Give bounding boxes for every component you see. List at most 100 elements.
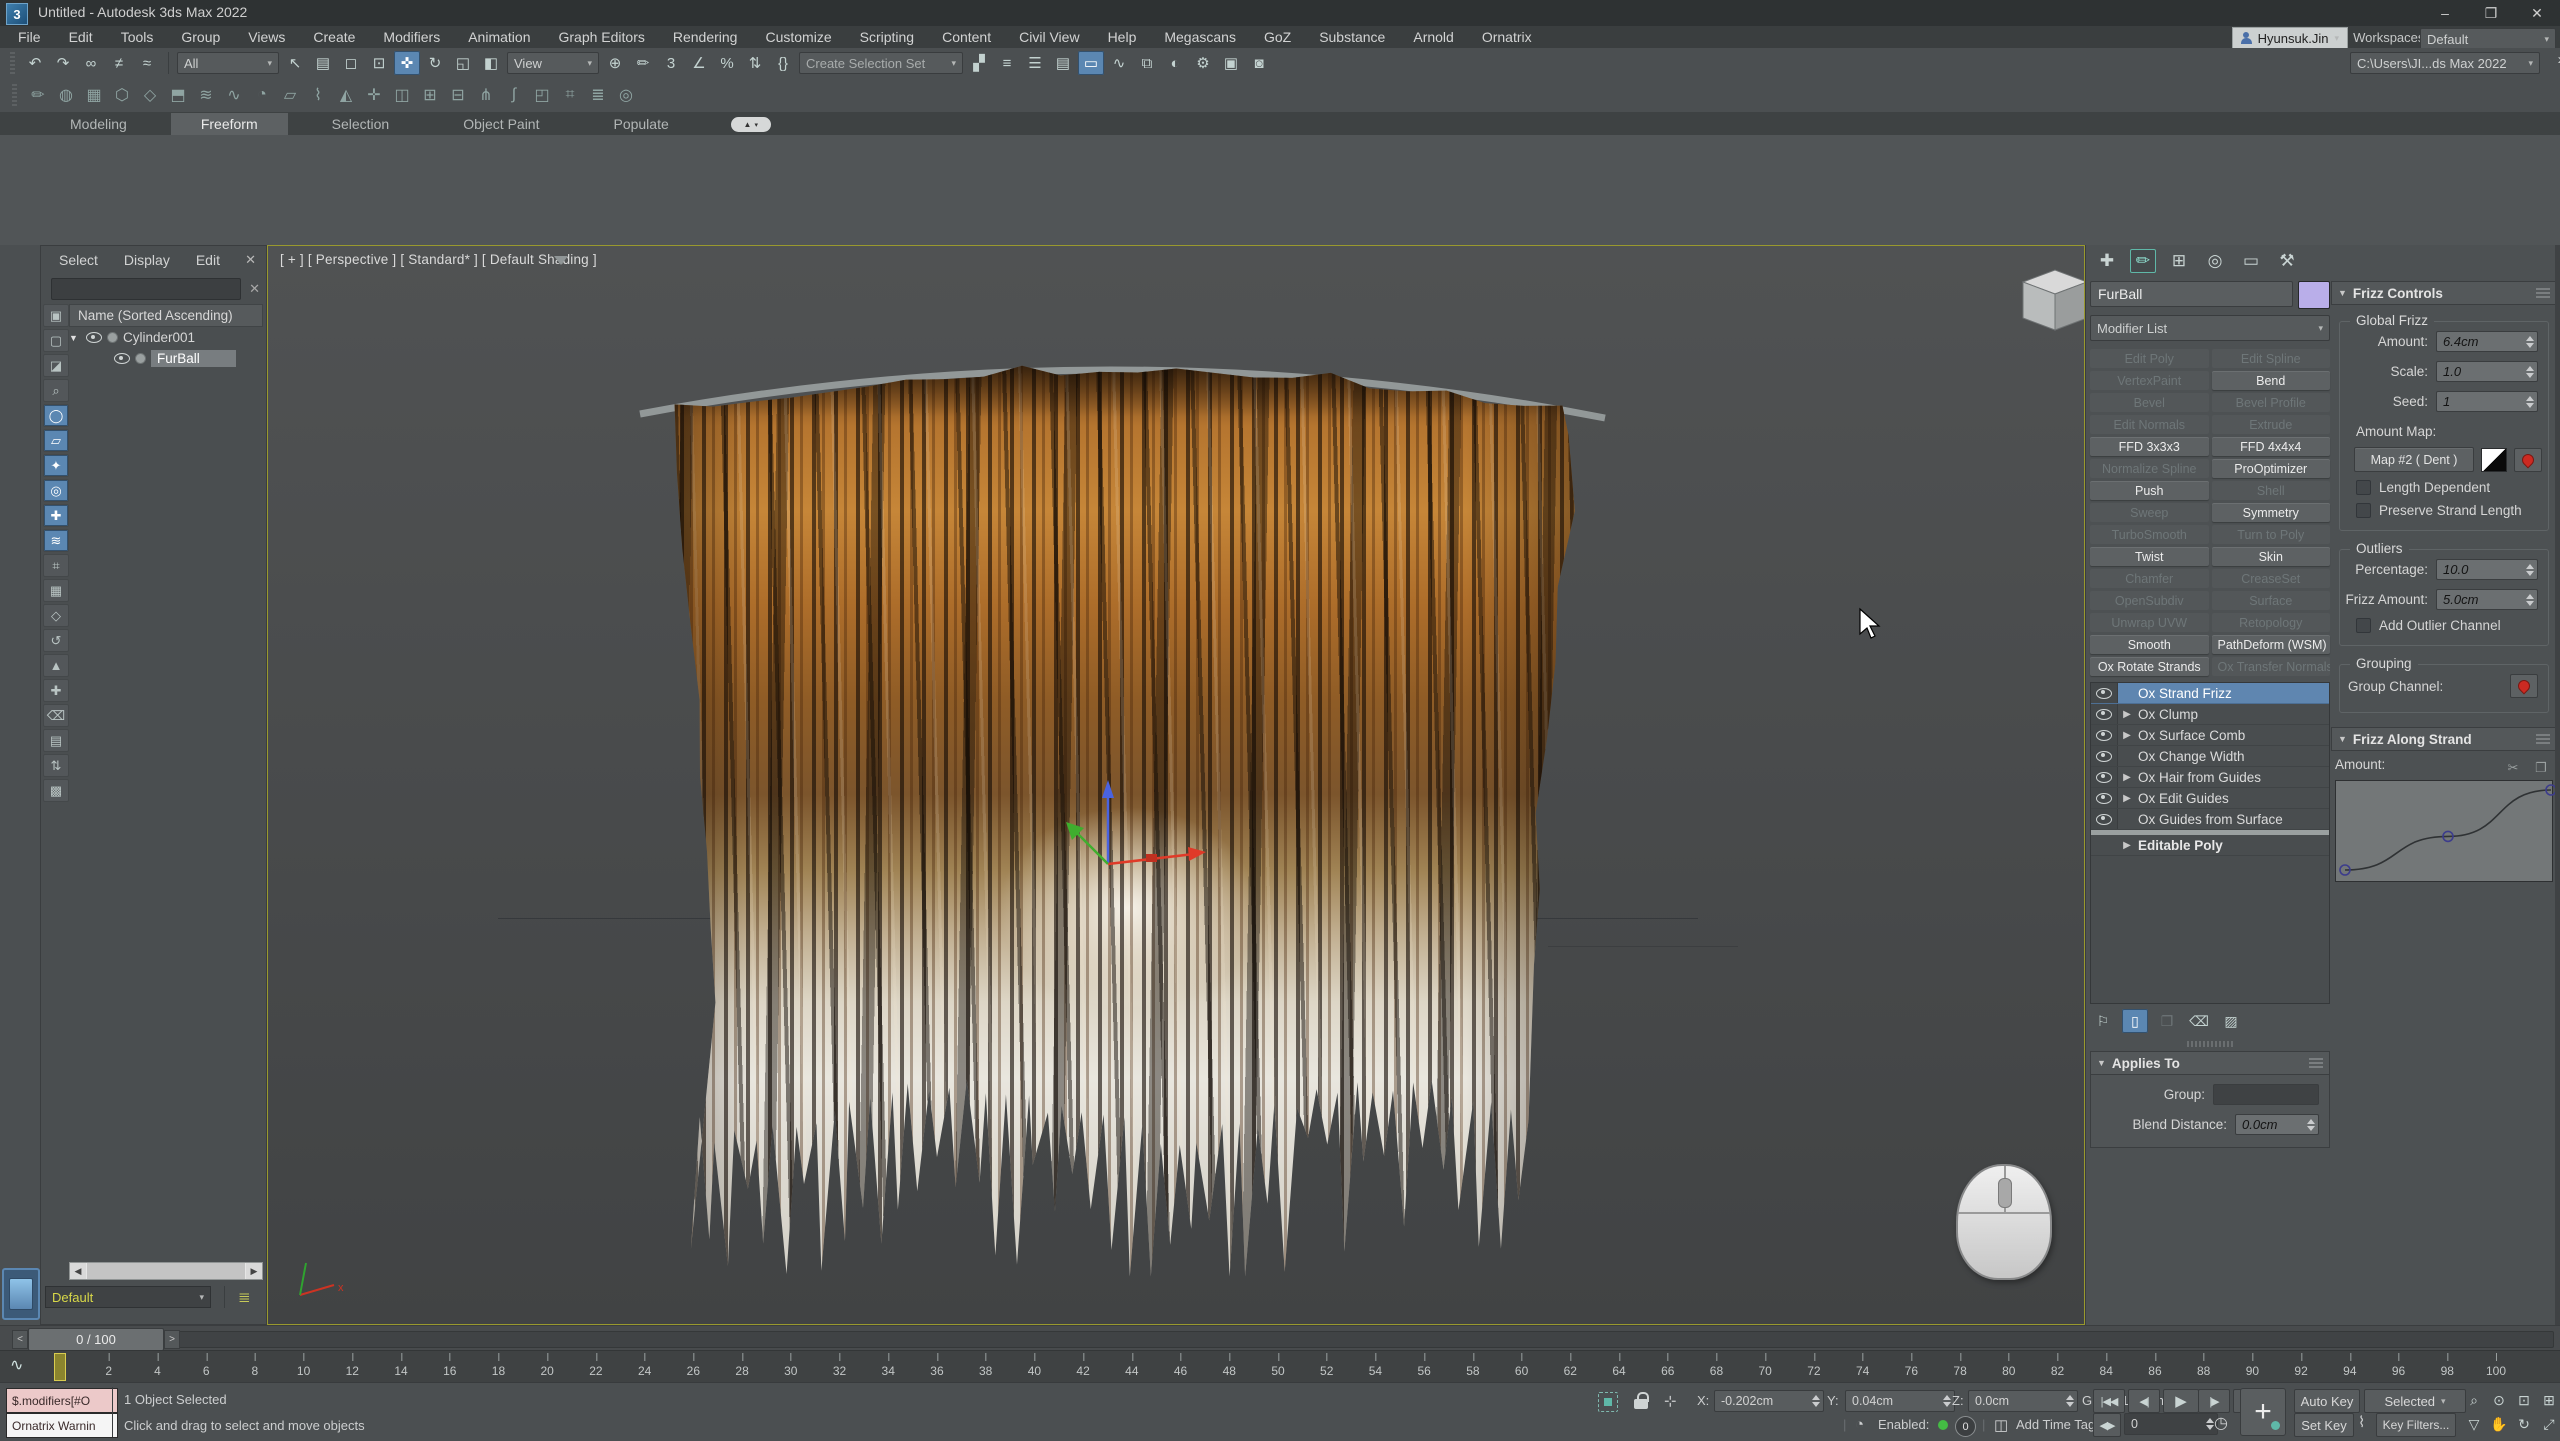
ribbon-tab[interactable]: Selection <box>302 113 420 135</box>
checkbox-row[interactable]: Preserve Strand Length <box>2356 503 2548 518</box>
selection-lock-icon[interactable] <box>1634 1392 1650 1410</box>
modifier-button[interactable]: Sweep <box>2090 503 2209 522</box>
frame-tick[interactable]: 78 <box>1953 1351 1966 1381</box>
map-checker-icon[interactable] <box>2481 448 2507 472</box>
menu-item[interactable]: Substance <box>1305 26 1399 48</box>
modifier-visibility-toggle[interactable] <box>2091 788 2118 808</box>
menu-item[interactable]: Group <box>167 26 234 48</box>
snap-toggle-3d-icon[interactable]: 3 <box>658 51 684 75</box>
motion-tab-icon[interactable]: ◎ <box>2202 249 2228 273</box>
advanced-search-icon[interactable]: ⌕ <box>43 379 69 402</box>
schematic-view-icon[interactable]: ⧉ <box>1134 51 1160 75</box>
push-pull-icon[interactable]: ⬒ <box>165 83 191 107</box>
keyable-icon[interactable]: ⌇ <box>2358 1413 2365 1431</box>
mirror-icon[interactable]: ▞ <box>966 51 992 75</box>
branches-icon[interactable]: ⋔ <box>473 83 499 107</box>
amount-map-button[interactable]: Map #2 ( Dent ) <box>2354 447 2474 472</box>
restore-button[interactable]: ❐ <box>2468 0 2514 26</box>
frame-tick[interactable]: 66 <box>1661 1351 1674 1381</box>
modifier-button[interactable]: Retopology <box>2212 613 2331 632</box>
modifier-button[interactable]: FFD 4x4x4 <box>2212 437 2331 456</box>
optimize-icon[interactable]: ⬡ <box>109 83 135 107</box>
relax-icon[interactable]: ≋ <box>193 83 219 107</box>
time-slider-track[interactable] <box>12 1331 2554 1348</box>
isolate-selection-icon[interactable] <box>1598 1392 1618 1412</box>
previous-frame-arrow[interactable]: < <box>12 1330 28 1349</box>
zoom-extents-all-icon[interactable]: ⊞ <box>2537 1389 2560 1411</box>
spinner[interactable] <box>2305 1116 2316 1133</box>
modifier-button[interactable]: Edit Normals <box>2090 415 2209 434</box>
select-and-manipulate-icon[interactable]: ✏ <box>630 51 656 75</box>
conform-icon[interactable]: ◫ <box>389 83 415 107</box>
expand-arrow-icon[interactable]: ▶ <box>2118 730 2136 741</box>
rectangular-selection-region-icon[interactable]: ◻ <box>338 51 364 75</box>
modifier-button[interactable]: Edit Spline <box>2212 349 2331 368</box>
key-filters-button[interactable]: Key Filters... <box>2376 1413 2456 1437</box>
reset-curve-icon[interactable]: ✂ <box>2503 759 2523 777</box>
display-bones-icon[interactable]: ⌗ <box>43 554 69 577</box>
expand-arrow-icon[interactable]: ▶ <box>2118 709 2136 720</box>
ribbon-tab[interactable]: Object Paint <box>433 113 569 135</box>
x-coordinate-field[interactable]: -0.202cm <box>1714 1390 1824 1412</box>
modifier-button[interactable]: Turn to Poly <box>2212 525 2331 544</box>
frame-tick[interactable]: 6 <box>203 1351 210 1381</box>
play-icon[interactable]: ▶ <box>2163 1389 2199 1413</box>
panel-splitter-handle[interactable] <box>2187 1041 2233 1047</box>
minimize-button[interactable]: – <box>2422 0 2468 26</box>
step-build-icon[interactable]: ⊞ <box>417 83 443 107</box>
sort-mode-icon[interactable]: ⇅ <box>43 754 69 777</box>
object-name[interactable]: FurBall <box>151 350 236 367</box>
curve-editor-icon[interactable]: ∿ <box>1106 51 1132 75</box>
timeline-playhead[interactable] <box>54 1353 66 1381</box>
maxscript-listener-line[interactable]: Ornatrix Warnin <box>6 1413 118 1438</box>
spinner[interactable] <box>2524 561 2535 578</box>
pan-icon[interactable]: ✋ <box>2487 1413 2511 1435</box>
close-icon[interactable]: ✕ <box>245 252 256 268</box>
frame-tick[interactable]: 30 <box>784 1351 797 1381</box>
field-of-view-icon[interactable]: ▽ <box>2462 1413 2486 1435</box>
frame-tick[interactable]: 32 <box>833 1351 846 1381</box>
reference-coordinate-dropdown[interactable]: View▾ <box>507 52 599 74</box>
menu-item[interactable]: Tools <box>107 26 168 48</box>
modifier-button[interactable]: Extrude <box>2212 415 2331 434</box>
display-cameras-icon[interactable]: ◎ <box>43 479 69 502</box>
frame-tick[interactable]: 94 <box>2343 1351 2356 1381</box>
menu-item[interactable]: Civil View <box>1005 26 1093 48</box>
hierarchy-tab-icon[interactable]: ⊞ <box>2166 249 2192 273</box>
frame-tick[interactable]: 54 <box>1369 1351 1382 1381</box>
modifier-button[interactable]: PathDeform (WSM) <box>2212 635 2331 654</box>
spinner[interactable] <box>2524 333 2535 350</box>
frame-tick[interactable]: 86 <box>2148 1351 2161 1381</box>
maxscript-listener-line[interactable]: $.modifiers[#O <box>6 1388 118 1413</box>
use-pivot-center-icon[interactable]: ⊕ <box>602 51 628 75</box>
frame-tick[interactable]: 36 <box>930 1351 943 1381</box>
modifier-button[interactable]: TurboSmooth <box>2090 525 2209 544</box>
spinner[interactable] <box>2524 393 2535 410</box>
value-spinner-field[interactable]: 10.0 <box>2436 559 2538 580</box>
spinner-snap-icon[interactable]: ⇅ <box>742 51 768 75</box>
modifier-button[interactable]: Skin <box>2212 547 2331 566</box>
clear-search-icon[interactable]: ✕ <box>249 281 260 297</box>
frame-tick[interactable]: 70 <box>1759 1351 1772 1381</box>
move-gizmo[interactable] <box>1028 766 1228 926</box>
frame-tick[interactable]: 64 <box>1612 1351 1625 1381</box>
select-and-scale-icon[interactable]: ◱ <box>450 51 476 75</box>
modifier-button[interactable]: Normalize Spline <box>2090 459 2209 478</box>
scrollbar-thumb[interactable] <box>87 1263 245 1279</box>
modifier-visibility-toggle[interactable] <box>2091 767 2118 787</box>
menu-item[interactable]: GoZ <box>1250 26 1305 48</box>
set-keys-button[interactable]: + <box>2240 1388 2286 1436</box>
create-tab-icon[interactable]: ✚ <box>2094 249 2120 273</box>
display-shapes-icon[interactable]: ▱ <box>43 429 69 452</box>
frame-tick[interactable]: 46 <box>1174 1351 1187 1381</box>
menu-item[interactable]: Animation <box>454 26 544 48</box>
frame-tick[interactable]: 56 <box>1417 1351 1430 1381</box>
object-name-field[interactable]: FurBall <box>2090 281 2293 307</box>
group-field[interactable] <box>2213 1084 2319 1105</box>
frizz-controls-header[interactable]: ▼ Frizz Controls <box>2331 281 2557 305</box>
y-coordinate-field[interactable]: 0.04cm <box>1845 1390 1955 1412</box>
frame-tick[interactable]: 68 <box>1710 1351 1723 1381</box>
select-children-icon[interactable]: ▲ <box>43 654 69 677</box>
modifier-button[interactable]: Chamfer <box>2090 569 2209 588</box>
value-spinner-field[interactable]: 1.0 <box>2436 361 2538 382</box>
